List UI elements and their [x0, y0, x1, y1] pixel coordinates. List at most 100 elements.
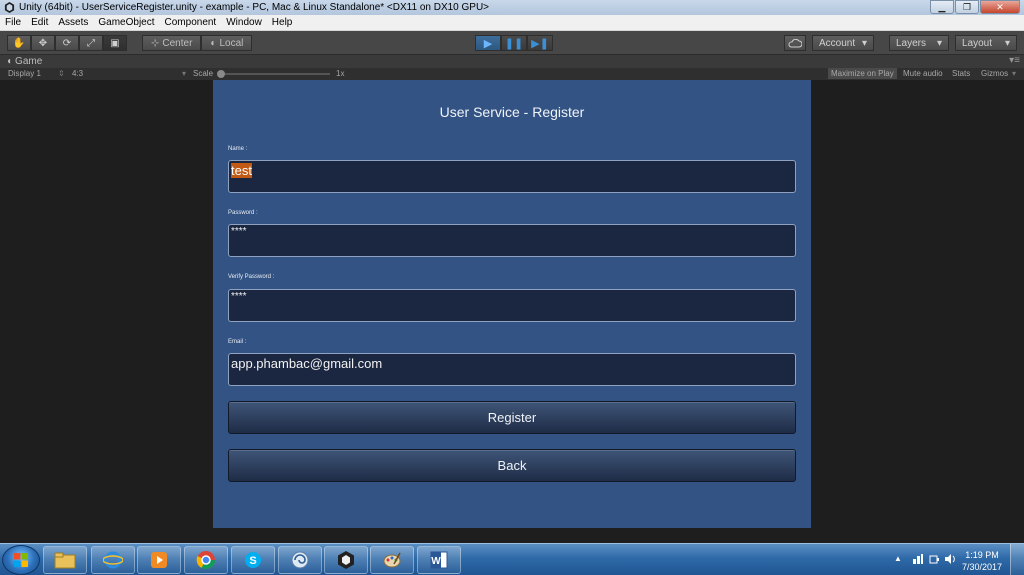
window-title-bar: Unity (64bit) - UserServiceRegister.unit… [0, 0, 1024, 15]
pivot-local-label: Local [219, 37, 244, 49]
maximize-on-play-toggle[interactable]: Maximize on Play [828, 68, 897, 79]
paint-palette-icon [383, 552, 401, 568]
system-tray: ▲ [884, 544, 1024, 575]
email-value: app.phambac@gmail.com [231, 356, 383, 371]
game-tab[interactable]: ◖ Game [0, 56, 42, 67]
game-tab-label: Game [15, 56, 43, 67]
pivot-toggles: ⊹ Center ◐ Local [142, 35, 253, 51]
chevron-down-icon: ▾ [936, 37, 942, 49]
tray-expand-icon[interactable]: ▲ [894, 554, 902, 563]
chevron-down-icon: ▾ [1004, 37, 1010, 49]
mute-audio-toggle[interactable]: Mute audio [900, 68, 946, 79]
cloud-button[interactable] [784, 35, 806, 51]
show-desktop-button[interactable] [1010, 544, 1024, 575]
stats-toggle[interactable]: Stats [949, 68, 973, 79]
close-icon: ✕ [996, 1, 1004, 12]
display-select[interactable]: Display 1 [8, 69, 41, 78]
pivot-center-button[interactable]: ⊹ Center [142, 35, 202, 51]
scale-tool-button[interactable]: ⤢ [79, 35, 103, 51]
back-button[interactable]: Back [228, 449, 796, 482]
game-controller-icon: ◖ [6, 56, 13, 67]
menu-gameobject[interactable]: GameObject [93, 17, 159, 28]
taskbar-skype[interactable]: S [231, 546, 275, 574]
play-button[interactable]: ▶ [475, 35, 501, 51]
unity-logo-icon [3, 2, 15, 14]
hand-tool-button[interactable]: ✋ [7, 35, 31, 51]
password-input[interactable]: **** [228, 224, 796, 257]
menu-help[interactable]: Help [267, 17, 298, 28]
unity-icon [338, 551, 354, 569]
maximize-button[interactable]: ❐ [955, 0, 979, 14]
taskbar-clock[interactable]: 1:19 PM 7/30/2017 [962, 549, 1002, 573]
layers-dropdown[interactable]: Layers ▾ [889, 35, 949, 51]
rect-icon: ▣ [110, 37, 120, 49]
remote-swirl-icon [291, 551, 309, 569]
account-label: Account [819, 37, 856, 49]
layout-dropdown[interactable]: Layout ▾ [955, 35, 1017, 51]
rect-tool-button[interactable]: ▣ [103, 35, 127, 51]
account-dropdown[interactable]: Account ▾ [812, 35, 874, 51]
taskbar-paint[interactable] [370, 546, 414, 574]
gizmos-dropdown[interactable]: Gizmos [978, 68, 1011, 79]
restore-icon: ❐ [962, 1, 972, 12]
scale-slider-track[interactable] [218, 73, 330, 75]
taskbar-word[interactable]: W [417, 546, 461, 574]
windows-logo-icon [14, 553, 28, 567]
name-input[interactable]: test [228, 160, 796, 193]
menu-assets[interactable]: Assets [53, 17, 93, 28]
step-icon: ▶❚ [531, 37, 549, 50]
taskbar-teamviewer[interactable] [278, 546, 322, 574]
aspect-chevron-icon: ▾ [182, 69, 187, 78]
main-toolbar: ✋ ✥ ⟳ ⤢ ▣ ⊹ Center ◐ Local ▶ ❚❚ ▶❚ Accou… [0, 31, 1024, 55]
start-button[interactable] [2, 545, 40, 575]
scale-label: Scale [193, 69, 214, 78]
layers-label: Layers [896, 37, 927, 49]
verify-password-value: **** [231, 291, 247, 302]
menu-component[interactable]: Component [160, 17, 222, 28]
menu-file[interactable]: File [0, 17, 26, 28]
windows-taskbar: S W ▲ 1:19 PM 7/30/2017 [0, 543, 1024, 575]
volume-icon[interactable] [944, 553, 956, 565]
clock-time: 1:19 PM [965, 550, 999, 560]
pause-icon: ❚❚ [504, 37, 524, 50]
step-button[interactable]: ▶❚ [527, 35, 553, 51]
media-player-icon [151, 552, 167, 568]
transform-tools: ✋ ✥ ⟳ ⤢ ▣ [7, 35, 127, 51]
taskbar-internet-explorer[interactable] [91, 546, 135, 574]
close-button[interactable]: ✕ [980, 0, 1020, 14]
scale-slider-handle[interactable] [217, 70, 225, 78]
email-input[interactable]: app.phambac@gmail.com [228, 353, 796, 386]
taskbar-unity[interactable] [324, 546, 368, 574]
cloud-icon [788, 38, 802, 47]
scale-icon: ⤢ [87, 37, 95, 49]
password-label: Password : [228, 210, 258, 216]
network-icon[interactable] [912, 553, 924, 565]
pause-button[interactable]: ❚❚ [501, 35, 527, 51]
clock-date: 7/30/2017 [961, 562, 1002, 572]
taskbar-media-player[interactable] [137, 546, 181, 574]
minimize-button[interactable]: ▁ [930, 0, 954, 14]
rotate-tool-button[interactable]: ⟳ [55, 35, 79, 51]
form-title: User Service - Register [439, 104, 585, 120]
scale-value: 1x [336, 69, 345, 78]
pivot-local-button[interactable]: ◐ Local [201, 35, 253, 51]
panel-options-icon[interactable]: ▾≡ [1009, 55, 1020, 66]
chrome-icon [196, 551, 215, 570]
taskbar-chrome[interactable] [184, 546, 228, 574]
layout-label: Layout [962, 37, 993, 49]
menu-edit[interactable]: Edit [26, 17, 53, 28]
register-button[interactable]: Register [228, 401, 796, 434]
game-view-controlbar: Display 1 ⇕ 4:3 ▾ Scale 1x Maximize on P… [0, 68, 1024, 80]
move-tool-button[interactable]: ✥ [31, 35, 55, 51]
password-value: **** [231, 226, 247, 237]
menu-window[interactable]: Window [221, 17, 267, 28]
taskbar-explorer[interactable] [43, 546, 87, 574]
verify-password-input[interactable]: **** [228, 289, 796, 322]
display-chevron-icon: ⇕ [58, 69, 65, 78]
internet-explorer-icon [103, 551, 123, 569]
name-label: Name : [228, 146, 248, 152]
aspect-select[interactable]: 4:3 [72, 69, 83, 78]
name-value: test [231, 163, 252, 178]
power-icon[interactable] [928, 553, 940, 565]
skype-icon: S [245, 552, 261, 568]
